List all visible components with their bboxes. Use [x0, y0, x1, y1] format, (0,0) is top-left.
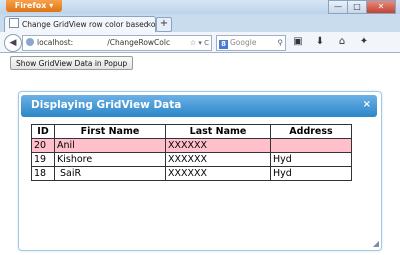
table-row: 19 Kishore XXXXXX Hyd — [31, 152, 352, 167]
addon-icon[interactable]: ✦ — [356, 35, 372, 49]
home-icon[interactable]: ⌂ — [334, 35, 350, 49]
search-icon[interactable]: ⚲ — [278, 36, 284, 50]
resize-handle-icon[interactable]: ◢ — [373, 239, 379, 248]
url-path: /ChangeRowColc — [107, 38, 171, 47]
search-engine-icon[interactable]: 8 — [219, 40, 228, 49]
cell-first-name: Kishore — [54, 152, 166, 167]
gridview-table: ID First Name Last Name Address 20 Anil … — [31, 124, 352, 181]
table-row: 18 SaiR XXXXXX Hyd — [31, 166, 352, 181]
cell-address: Hyd — [270, 166, 352, 181]
cell-id: 18 — [31, 166, 55, 181]
new-tab-button[interactable]: + — [156, 17, 172, 32]
toolbar-icons: ▣ ⬇ ⌂ ✦ — [290, 35, 372, 49]
cell-first-name: SaiR — [54, 166, 166, 181]
header-first-name: First Name — [54, 124, 166, 139]
dialog-title: Displaying GridView Data — [31, 99, 182, 111]
cell-address: Hyd — [270, 152, 352, 167]
browser-tab[interactable]: Change GridView row color based on co...… — [4, 16, 156, 32]
header-last-name: Last Name — [165, 124, 271, 139]
tab-strip: Change GridView row color based on co...… — [0, 14, 400, 32]
cell-last-name: XXXXXX — [165, 152, 271, 167]
gridview-dialog: Displaying GridView Data × ID First Name… — [18, 91, 382, 251]
header-address: Address — [270, 124, 352, 139]
close-icon[interactable]: × — [363, 99, 371, 110]
url-controls[interactable]: ☆ ▾ C — [187, 36, 209, 50]
dialog-header[interactable]: Displaying GridView Data × — [21, 95, 377, 117]
maximize-button[interactable]: □ — [347, 0, 367, 14]
tab-close-icon[interactable]: × — [145, 17, 152, 32]
page-content: Show GridView Data in Popup Displaying G… — [0, 53, 400, 255]
tab-title: Change GridView row color based on co... — [22, 20, 156, 29]
navigation-bar: ◀ localhost: /ChangeRowColc ☆ ▾ C 8 Google… — [0, 32, 400, 53]
window-titlebar: Firefox ▾ — □ ✕ — [0, 0, 400, 14]
show-popup-button[interactable]: Show GridView Data in Popup — [10, 56, 134, 70]
address-bar[interactable]: localhost: /ChangeRowColc ☆ ▾ C — [22, 35, 212, 51]
cell-id: 20 — [31, 138, 55, 153]
bookmarks-icon[interactable]: ▣ — [290, 35, 306, 49]
url-host: localhost: — [37, 38, 74, 47]
globe-icon — [26, 38, 34, 46]
table-row: 20 Anil XXXXXX — [31, 138, 352, 153]
firefox-menu-button[interactable]: Firefox ▾ — [6, 0, 62, 12]
cell-first-name: Anil — [54, 138, 166, 153]
close-window-button[interactable]: ✕ — [366, 0, 396, 14]
cell-last-name: XXXXXX — [165, 166, 271, 181]
downloads-icon[interactable]: ⬇ — [312, 35, 328, 49]
back-button[interactable]: ◀ — [4, 34, 22, 52]
page-icon — [9, 18, 19, 28]
cell-address — [270, 138, 352, 153]
firefox-menu-label: Firefox — [14, 1, 47, 10]
cell-id: 19 — [31, 152, 55, 167]
minimize-button[interactable]: — — [328, 0, 348, 14]
window-controls: — □ ✕ — [328, 0, 396, 14]
table-header-row: ID First Name Last Name Address — [31, 124, 352, 139]
search-bar[interactable]: 8 Google ⚲ — [216, 35, 286, 51]
header-id: ID — [31, 124, 55, 139]
cell-last-name: XXXXXX — [165, 138, 271, 153]
search-placeholder: Google — [230, 38, 257, 47]
